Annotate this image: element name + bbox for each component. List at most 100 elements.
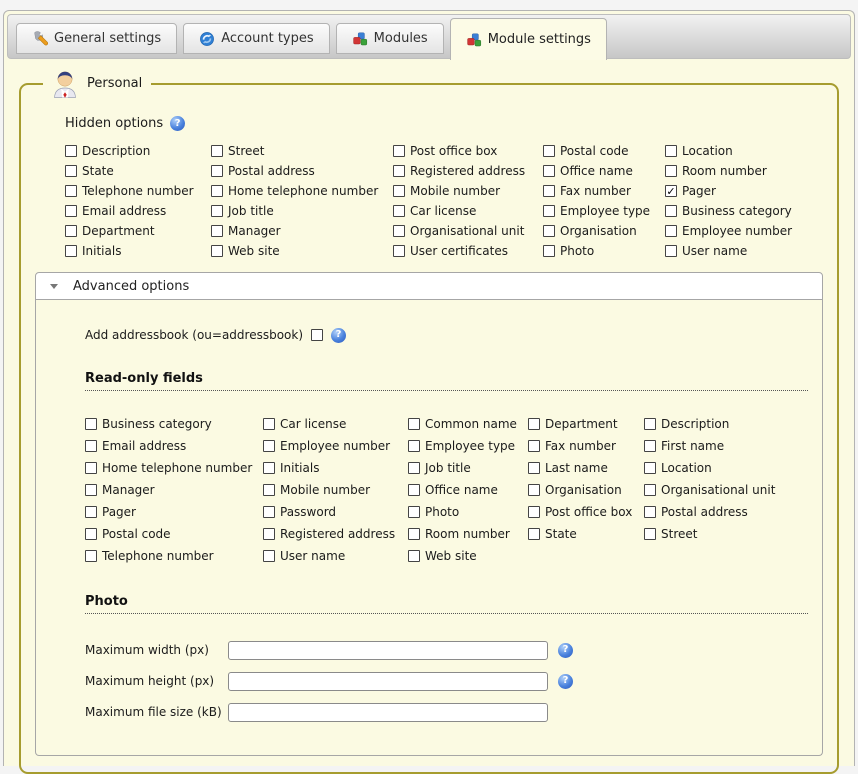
checkbox[interactable]: [408, 550, 420, 562]
checkbox-option-employee-number[interactable]: Employee number: [665, 221, 792, 241]
checkbox[interactable]: [665, 225, 677, 237]
checkbox[interactable]: [665, 205, 677, 217]
checkbox-option-email-address[interactable]: Email address: [85, 435, 263, 457]
advanced-options-header[interactable]: Advanced options: [35, 272, 823, 300]
checkbox[interactable]: [543, 225, 555, 237]
checkbox-option-initials[interactable]: Initials: [263, 457, 408, 479]
tab-general-settings[interactable]: General settings: [16, 23, 177, 54]
checkbox[interactable]: [543, 205, 555, 217]
checkbox-option-location[interactable]: Location: [665, 141, 792, 161]
checkbox-option-organisation[interactable]: Organisation: [543, 221, 665, 241]
checkbox[interactable]: [528, 506, 540, 518]
checkbox[interactable]: [408, 484, 420, 496]
checkbox[interactable]: [665, 165, 677, 177]
checkbox[interactable]: [528, 484, 540, 496]
checkbox-option-postal-address[interactable]: Postal address: [211, 161, 393, 181]
checkbox[interactable]: [644, 528, 656, 540]
checkbox-option-street[interactable]: Street: [211, 141, 393, 161]
checkbox-option-post-office-box[interactable]: Post office box: [528, 501, 644, 523]
checkbox[interactable]: [393, 245, 405, 257]
help-icon[interactable]: ?: [558, 643, 573, 658]
checkbox[interactable]: [665, 145, 677, 157]
checkbox-option-user-certificates[interactable]: User certificates: [393, 241, 543, 261]
checkbox-option-mobile-number[interactable]: Mobile number: [263, 479, 408, 501]
checkbox-option-car-license[interactable]: Car license: [263, 413, 408, 435]
checkbox-option-location[interactable]: Location: [644, 457, 775, 479]
checkbox-option-photo[interactable]: Photo: [543, 241, 665, 261]
checkbox[interactable]: [211, 245, 223, 257]
checkbox[interactable]: [263, 462, 275, 474]
checkbox[interactable]: [263, 550, 275, 562]
checkbox[interactable]: [65, 225, 77, 237]
checkbox-option-postal-address[interactable]: Postal address: [644, 501, 775, 523]
checkbox-option-job-title[interactable]: Job title: [211, 201, 393, 221]
checkbox[interactable]: [644, 462, 656, 474]
tab-account-types[interactable]: Account types: [183, 23, 329, 54]
checkbox-option-organisational-unit[interactable]: Organisational unit: [393, 221, 543, 241]
checkbox-option-fax-number[interactable]: Fax number: [543, 181, 665, 201]
checkbox[interactable]: [263, 528, 275, 540]
checkbox[interactable]: [644, 440, 656, 452]
checkbox-option-manager[interactable]: Manager: [211, 221, 393, 241]
checkbox[interactable]: [85, 418, 97, 430]
checkbox-option-department[interactable]: Department: [528, 413, 644, 435]
checkbox-option-car-license[interactable]: Car license: [393, 201, 543, 221]
checkbox-option-fax-number[interactable]: Fax number: [528, 435, 644, 457]
checkbox[interactable]: [528, 528, 540, 540]
checkbox[interactable]: [543, 145, 555, 157]
checkbox[interactable]: [263, 484, 275, 496]
checkbox[interactable]: [263, 440, 275, 452]
checkbox-option-pager[interactable]: Pager: [85, 501, 263, 523]
checkbox-option-photo[interactable]: Photo: [408, 501, 528, 523]
checkbox[interactable]: [393, 225, 405, 237]
checkbox[interactable]: [211, 165, 223, 177]
checkbox[interactable]: [408, 462, 420, 474]
checkbox-option-room-number[interactable]: Room number: [408, 523, 528, 545]
checkbox[interactable]: [85, 550, 97, 562]
checkbox-option-password[interactable]: Password: [263, 501, 408, 523]
tab-modules[interactable]: Modules: [336, 23, 444, 54]
checkbox[interactable]: [408, 528, 420, 540]
checkbox[interactable]: [263, 506, 275, 518]
checkbox[interactable]: [408, 440, 420, 452]
checkbox[interactable]: [211, 225, 223, 237]
maximum-file-size-kb--input[interactable]: [228, 703, 548, 722]
checkbox[interactable]: [408, 506, 420, 518]
checkbox-option-common-name[interactable]: Common name: [408, 413, 528, 435]
checkbox-option-organisational-unit[interactable]: Organisational unit: [644, 479, 775, 501]
checkbox[interactable]: [85, 484, 97, 496]
checkbox-option-postal-code[interactable]: Postal code: [85, 523, 263, 545]
checkbox-option-street[interactable]: Street: [644, 523, 775, 545]
checkbox[interactable]: [644, 418, 656, 430]
checkbox-option-description[interactable]: Description: [65, 141, 211, 161]
checkbox[interactable]: [65, 145, 77, 157]
tab-module-settings[interactable]: Module settings: [450, 18, 607, 60]
checkbox[interactable]: [65, 165, 77, 177]
checkbox-option-web-site[interactable]: Web site: [211, 241, 393, 261]
checkbox-option-last-name[interactable]: Last name: [528, 457, 644, 479]
checkbox-option-business-category[interactable]: Business category: [665, 201, 792, 221]
checkbox[interactable]: [644, 506, 656, 518]
checkbox[interactable]: [644, 484, 656, 496]
checkbox[interactable]: [528, 440, 540, 452]
checkbox-option-telephone-number[interactable]: Telephone number: [65, 181, 211, 201]
checkbox-option-job-title[interactable]: Job title: [408, 457, 528, 479]
checkbox[interactable]: [543, 185, 555, 197]
checkbox-option-state[interactable]: State: [65, 161, 211, 181]
checkbox-option-pager[interactable]: ✓Pager: [665, 181, 792, 201]
checkbox-option-state[interactable]: State: [528, 523, 644, 545]
checkbox-option-postal-code[interactable]: Postal code: [543, 141, 665, 161]
checkbox[interactable]: [85, 440, 97, 452]
maximum-width-px--input[interactable]: [228, 641, 548, 660]
addressbook-checkbox[interactable]: [311, 329, 323, 341]
checkbox[interactable]: [665, 245, 677, 257]
checkbox-option-user-name[interactable]: User name: [665, 241, 792, 261]
checkbox[interactable]: [65, 205, 77, 217]
checkbox-option-employee-type[interactable]: Employee type: [408, 435, 528, 457]
checkbox[interactable]: [543, 165, 555, 177]
checkbox[interactable]: [393, 205, 405, 217]
checkbox[interactable]: [263, 418, 275, 430]
checkbox[interactable]: [65, 185, 77, 197]
checkbox-option-employee-type[interactable]: Employee type: [543, 201, 665, 221]
checkbox-option-home-telephone-number[interactable]: Home telephone number: [211, 181, 393, 201]
